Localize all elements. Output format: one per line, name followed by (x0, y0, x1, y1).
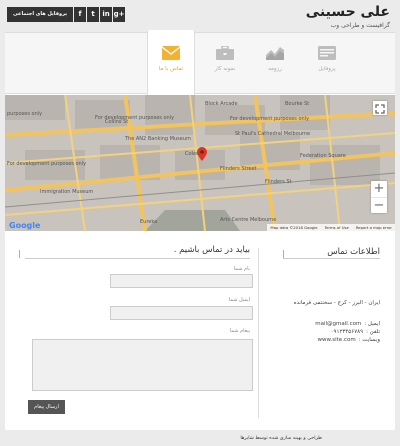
phone-row: تلفن : ۰۹۱۲۳۴۵۶۷۸۹ (270, 328, 380, 336)
tab-label: تماس با ما (158, 66, 184, 72)
phone-value: ۰۹۱۲۳۴۵۶۷۸۹ (330, 329, 364, 335)
fullscreen-button[interactable] (373, 101, 387, 115)
svg-text:Flinders Street: Flinders Street (220, 166, 257, 172)
message-field-label: پیغام شما (229, 328, 250, 334)
owner-name: علی حسینی (305, 4, 390, 20)
briefcase-icon (216, 46, 234, 60)
map-tiles: purposes only For development purposes o… (5, 95, 395, 231)
brand: علی حسینی گرافیست و طراحی وب (306, 3, 390, 29)
svg-text:Google: Google (9, 221, 41, 230)
svg-text:purposes only: purposes only (7, 111, 42, 117)
accent-mark (283, 250, 284, 258)
svg-text:Federation Square: Federation Square (300, 153, 346, 159)
message-field[interactable] (32, 339, 253, 391)
social-profiles-label: پروفایل های اجتماعی (7, 7, 74, 22)
email-field-label: ایمیل شما (228, 297, 250, 303)
svg-text:Arts Centre Melbourne: Arts Centre Melbourne (220, 217, 276, 223)
map-attribution: Map data ©2018 Google Terms of Use Repor… (267, 224, 395, 231)
svg-text:Bourke St: Bourke St (285, 101, 309, 107)
terms-link[interactable]: Terms of Use (324, 225, 348, 230)
footer-text: طراحی و بهینه سازی شده توسط شایرها (240, 436, 322, 441)
tab-profile[interactable]: پروفایل (303, 33, 351, 93)
location-map[interactable]: purposes only For development purposes o… (5, 95, 395, 231)
tab-resume[interactable]: رزومه (251, 33, 299, 93)
svg-text:Eureka: Eureka (140, 219, 157, 225)
google-plus-icon[interactable]: g+ (113, 7, 126, 22)
website-label: وبسایت : (358, 337, 380, 343)
accent-mark (19, 250, 20, 258)
email-field[interactable] (110, 306, 253, 320)
zoom-out-button[interactable]: − (371, 197, 387, 213)
social-bar: پروفایل های اجتماعی f t in g+ (7, 7, 126, 22)
contact-details: ایران - البرز - کرج - سخنتمی فرمانده ایم… (270, 299, 380, 344)
tab-label: پروفایل (318, 66, 336, 72)
column-divider (258, 248, 259, 418)
svg-text:The AN2 Banking Museum: The AN2 Banking Museum (124, 136, 191, 142)
form-title: بیاید در تماس باشیم . (173, 245, 250, 255)
twitter-icon[interactable]: t (87, 7, 100, 22)
zoom-in-button[interactable]: + (371, 181, 387, 197)
report-error-link[interactable]: Report a map error (356, 225, 392, 230)
svg-text:Immigration Museum: Immigration Museum (40, 189, 93, 195)
facebook-icon[interactable]: f (74, 7, 87, 22)
tab-portfolio[interactable]: نمونه کار (201, 33, 249, 93)
email-label: ایمیل : (364, 321, 380, 327)
zoom-control: + − (371, 181, 387, 213)
map-data-label: Map data ©2018 Google (270, 225, 318, 230)
tab-label: نمونه کار (214, 66, 236, 72)
contact-info-title: اطلاعات تماس (327, 247, 380, 257)
name-field[interactable] (110, 274, 253, 288)
svg-text:Collins St: Collins St (105, 119, 128, 125)
address-text: ایران - البرز - کرج - سخنتمی فرمانده (293, 300, 380, 306)
phone-label: تلفن : (366, 329, 380, 335)
profile-card-icon (318, 46, 336, 60)
website-row: وبسایت : www.site.com (270, 336, 380, 344)
email-row: ایمیل : mail@gmail.com (270, 320, 380, 328)
email-value[interactable]: mail@gmail.com (315, 320, 361, 328)
fullscreen-icon (375, 104, 385, 114)
svg-text:Coles: Coles (185, 151, 199, 157)
svg-text:St Paul's Cathedral Melbourne: St Paul's Cathedral Melbourne (235, 131, 310, 137)
form-title-rule (25, 258, 250, 259)
send-button[interactable]: ارسال پیغام (28, 400, 65, 414)
linkedin-icon[interactable]: in (100, 7, 113, 22)
tab-bar: پروفایل رزومه نمونه کار تماس با ما (5, 30, 395, 95)
svg-text:For development purposes only: For development purposes only (7, 161, 86, 167)
svg-text:For development purposes only: For development purposes only (230, 116, 309, 122)
svg-text:Block Arcade: Block Arcade (205, 101, 238, 107)
tab-label: رزومه (268, 66, 282, 72)
chart-icon (266, 47, 284, 60)
svg-text:Flinders St: Flinders St (265, 179, 291, 185)
owner-tagline: گرافیست و طراحی وب (330, 22, 390, 29)
tab-contact[interactable]: تماس با ما (147, 30, 195, 95)
envelope-icon (162, 46, 180, 60)
main-card: پروفایل رزومه نمونه کار تماس با ما purpo… (5, 30, 395, 430)
website-value[interactable]: www.site.com (318, 336, 356, 344)
name-field-label: نام شما (233, 266, 250, 272)
contact-info-rule (283, 258, 380, 259)
